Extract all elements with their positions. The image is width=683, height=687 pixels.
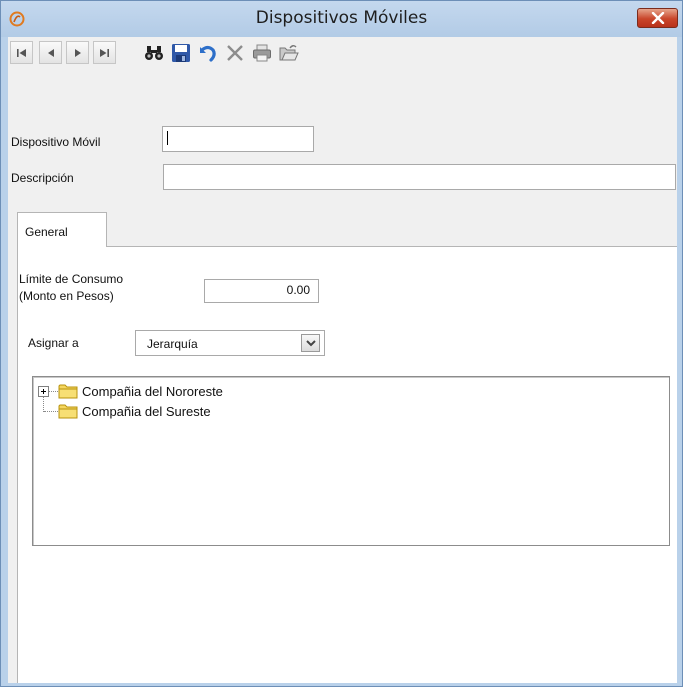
delete-button[interactable]	[223, 41, 246, 64]
limit-amount-input[interactable]: 0.00	[204, 279, 319, 303]
limit-label-line1: Límite de Consumo	[19, 272, 124, 286]
next-record-button[interactable]	[66, 41, 89, 64]
limit-amount-value: 0.00	[286, 283, 310, 297]
close-icon	[651, 12, 665, 24]
save-button[interactable]	[169, 41, 192, 64]
assign-dropdown-button[interactable]	[301, 334, 320, 352]
assign-label: Asignar a	[28, 336, 79, 350]
open-button[interactable]	[277, 41, 300, 64]
main-window: Dispositivos Móviles Dispositivo Móvil D…	[0, 0, 683, 687]
tab-general-label: General	[25, 225, 68, 239]
toolbar	[8, 37, 677, 71]
undo-button[interactable]	[196, 41, 219, 64]
first-record-button[interactable]	[10, 41, 33, 64]
previous-record-icon	[47, 48, 54, 57]
previous-record-button[interactable]	[39, 41, 62, 64]
close-button[interactable]	[637, 8, 678, 28]
tree-node-label: Compañia del Sureste	[82, 403, 211, 419]
device-input[interactable]	[162, 126, 314, 152]
client-area: Dispositivo Móvil Descripción General Lí…	[8, 37, 677, 683]
description-label: Descripción	[11, 171, 74, 185]
tree-node[interactable]: Compañia del Sureste	[58, 402, 211, 420]
print-button[interactable]	[250, 41, 273, 64]
device-label: Dispositivo Móvil	[11, 135, 101, 149]
undo-icon	[199, 45, 216, 62]
next-record-icon	[74, 48, 81, 57]
find-button[interactable]	[142, 41, 165, 64]
folder-icon	[58, 384, 78, 399]
tree-node-label: Compañia del Nororeste	[82, 383, 223, 399]
tree-connector	[44, 411, 58, 412]
text-caret	[167, 131, 168, 145]
chevron-down-icon	[306, 340, 316, 347]
tab-general[interactable]: General	[17, 212, 107, 247]
expand-icon[interactable]	[38, 385, 49, 397]
assign-select[interactable]: Jerarquía	[135, 330, 325, 356]
hierarchy-tree[interactable]: Compañia del Nororeste Compañia del Sure…	[32, 376, 670, 546]
printer-icon	[252, 44, 271, 61]
binoculars-icon	[144, 45, 163, 60]
description-input[interactable]	[163, 164, 676, 190]
assign-select-value: Jerarquía	[147, 337, 198, 351]
folder-icon	[58, 404, 78, 419]
last-record-icon	[100, 48, 109, 57]
last-record-button[interactable]	[93, 41, 116, 64]
window-title: Dispositivos Móviles	[255, 8, 428, 28]
delete-icon	[226, 44, 243, 61]
open-folder-icon	[279, 44, 299, 60]
tree-node[interactable]: Compañia del Nororeste	[38, 382, 223, 400]
first-record-icon	[17, 48, 26, 57]
title-bar[interactable]: Dispositivos Móviles	[1, 1, 682, 37]
general-tab-panel: Límite de Consumo (Monto en Pesos) 0.00 …	[17, 246, 677, 683]
limit-label-line2: (Monto en Pesos)	[19, 289, 114, 303]
save-icon	[171, 43, 190, 62]
